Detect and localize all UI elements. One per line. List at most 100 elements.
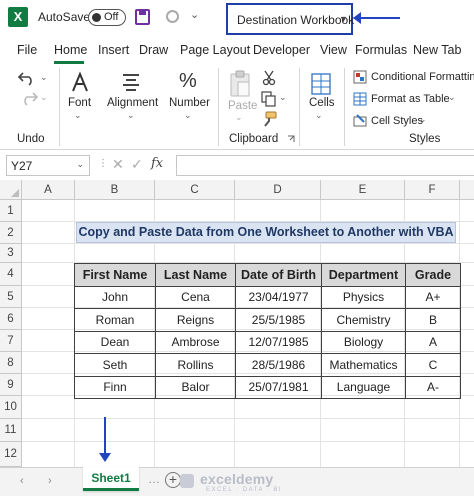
table-cell[interactable]: Biology bbox=[321, 330, 406, 354]
row-header-5[interactable]: 5 bbox=[0, 286, 22, 308]
row-header-8[interactable]: 8 bbox=[0, 352, 22, 374]
clipboard-launcher-icon[interactable] bbox=[287, 135, 296, 144]
sheet-title-cell[interactable]: Copy and Paste Data from One Worksheet t… bbox=[76, 222, 456, 243]
tab-page-layout[interactable]: Page Layout bbox=[180, 43, 250, 57]
paste-label[interactable]: Paste bbox=[228, 100, 257, 112]
customize-toolbar-icon[interactable]: ⌄ bbox=[190, 8, 199, 21]
row-header-3[interactable]: 3 bbox=[0, 244, 22, 263]
table-cell[interactable]: John bbox=[74, 285, 156, 309]
table-header-cell[interactable]: Last Name bbox=[155, 263, 236, 287]
table-cell[interactable]: Balor bbox=[155, 375, 236, 399]
undo-icon[interactable] bbox=[17, 70, 39, 86]
table-cell[interactable]: 25/07/1981 bbox=[235, 375, 322, 399]
insert-function-icon[interactable]: fx bbox=[151, 156, 163, 171]
autosave-toggle[interactable]: Off bbox=[88, 9, 126, 26]
tab-new-tab[interactable]: New Tab bbox=[413, 43, 461, 57]
tab-draw[interactable]: Draw bbox=[139, 43, 168, 57]
tab-file[interactable]: File bbox=[17, 43, 37, 57]
tab-developer[interactable]: Developer bbox=[253, 43, 310, 57]
table-cell[interactable]: Mathematics bbox=[321, 353, 406, 377]
table-cell[interactable]: Ambrose bbox=[155, 330, 236, 354]
cancel-icon[interactable]: ✕ bbox=[112, 156, 124, 173]
row-header-12[interactable]: 12 bbox=[0, 442, 22, 467]
formula-input[interactable] bbox=[176, 155, 474, 176]
number-label[interactable]: Number bbox=[169, 97, 210, 109]
sheet-tab-sheet1[interactable]: Sheet1 bbox=[83, 467, 139, 491]
alignment-icon[interactable] bbox=[121, 72, 141, 94]
row-header-11[interactable]: 11 bbox=[0, 419, 22, 442]
row-header-6[interactable]: 6 bbox=[0, 308, 22, 330]
table-cell[interactable]: Roman bbox=[74, 308, 156, 332]
column-header-c[interactable]: C bbox=[155, 180, 235, 200]
table-cell[interactable]: Cena bbox=[155, 285, 236, 309]
alignment-label[interactable]: Alignment bbox=[107, 97, 158, 109]
font-icon[interactable] bbox=[69, 71, 91, 95]
table-cell[interactable]: Seth bbox=[74, 353, 156, 377]
sheet-nav-next-icon[interactable]: › bbox=[48, 475, 52, 487]
table-header-cell[interactable]: Department bbox=[321, 263, 406, 287]
table-cell[interactable]: 12/07/1985 bbox=[235, 330, 322, 354]
enter-icon[interactable]: ✓ bbox=[131, 156, 143, 173]
cell-styles-dropdown-icon[interactable]: ⌄ bbox=[419, 114, 427, 125]
undo-dropdown-icon[interactable]: ⌄ bbox=[40, 72, 48, 83]
row-header-10[interactable]: 10 bbox=[0, 396, 22, 419]
table-cell[interactable]: Finn bbox=[74, 375, 156, 399]
chevron-down-icon[interactable]: ⌄ bbox=[76, 159, 84, 170]
tab-insert[interactable]: Insert bbox=[98, 43, 129, 57]
column-header-a[interactable]: A bbox=[22, 180, 75, 200]
table-cell[interactable]: C bbox=[405, 353, 461, 377]
column-header-f[interactable]: F bbox=[405, 180, 460, 200]
worksheet-grid[interactable]: A B C D E F 1 2 3 4 5 6 7 8 9 10 11 12 C… bbox=[0, 180, 474, 467]
tab-home[interactable]: Home bbox=[54, 43, 87, 57]
cells-dropdown-icon[interactable]: ⌄ bbox=[315, 110, 323, 121]
sync-icon[interactable] bbox=[166, 10, 179, 23]
format-painter-icon[interactable] bbox=[260, 111, 278, 127]
column-header-e[interactable]: E bbox=[321, 180, 405, 200]
save-icon[interactable] bbox=[135, 9, 150, 25]
paste-dropdown-icon[interactable]: ⌄ bbox=[235, 112, 243, 123]
row-header-2[interactable]: 2 bbox=[0, 222, 22, 244]
workbook-name-dropdown[interactable]: Destination Workbook ▼ bbox=[226, 3, 354, 35]
copy-icon[interactable] bbox=[261, 91, 277, 107]
table-cell[interactable]: 25/5/1985 bbox=[235, 308, 322, 332]
tab-formulas[interactable]: Formulas bbox=[355, 43, 407, 57]
conditional-formatting-button[interactable]: Conditional Formatting bbox=[371, 71, 474, 83]
table-cell[interactable]: A+ bbox=[405, 285, 461, 309]
table-cell[interactable]: 28/5/1986 bbox=[235, 353, 322, 377]
row-header-1[interactable]: 1 bbox=[0, 200, 22, 222]
table-cell[interactable]: A- bbox=[405, 375, 461, 399]
table-header-cell[interactable]: Grade bbox=[405, 263, 461, 287]
add-sheet-button[interactable]: + bbox=[165, 472, 181, 488]
cut-icon[interactable] bbox=[262, 70, 276, 86]
format-as-table-dropdown-icon[interactable]: ⌄ bbox=[448, 92, 456, 103]
copy-dropdown-icon[interactable]: ⌄ bbox=[279, 92, 287, 103]
table-cell[interactable]: Reigns bbox=[155, 308, 236, 332]
redo-dropdown-icon[interactable]: ⌄ bbox=[40, 92, 48, 103]
table-header-cell[interactable]: First Name bbox=[74, 263, 156, 287]
table-cell[interactable]: A bbox=[405, 330, 461, 354]
alignment-dropdown-icon[interactable]: ⌄ bbox=[127, 110, 135, 121]
redo-icon[interactable] bbox=[17, 90, 39, 106]
name-box[interactable]: Y27 ⌄ bbox=[6, 155, 90, 176]
column-header-b[interactable]: B bbox=[75, 180, 155, 200]
cells-icon[interactable] bbox=[311, 73, 331, 95]
cells-label[interactable]: Cells bbox=[309, 97, 335, 109]
table-cell[interactable]: Dean bbox=[74, 330, 156, 354]
table-header-cell[interactable]: Date of Birth bbox=[235, 263, 322, 287]
row-header-9[interactable]: 9 bbox=[0, 374, 22, 396]
number-format-icon[interactable]: % bbox=[179, 70, 197, 93]
row-header-7[interactable]: 7 bbox=[0, 330, 22, 352]
cell-styles-button[interactable]: Cell Styles bbox=[371, 115, 423, 127]
font-dropdown-icon[interactable]: ⌄ bbox=[74, 110, 82, 121]
more-sheets-icon[interactable]: … bbox=[148, 472, 160, 486]
column-header-d[interactable]: D bbox=[235, 180, 321, 200]
table-cell[interactable]: Physics bbox=[321, 285, 406, 309]
table-cell[interactable]: B bbox=[405, 308, 461, 332]
table-cell[interactable]: Chemistry bbox=[321, 308, 406, 332]
row-header-4[interactable]: 4 bbox=[0, 263, 22, 286]
sheet-nav-prev-icon[interactable]: ‹ bbox=[20, 475, 24, 487]
format-as-table-button[interactable]: Format as Table bbox=[371, 93, 450, 105]
font-label[interactable]: Font bbox=[68, 97, 91, 109]
table-cell[interactable]: Rollins bbox=[155, 353, 236, 377]
select-all-button[interactable] bbox=[0, 180, 22, 200]
